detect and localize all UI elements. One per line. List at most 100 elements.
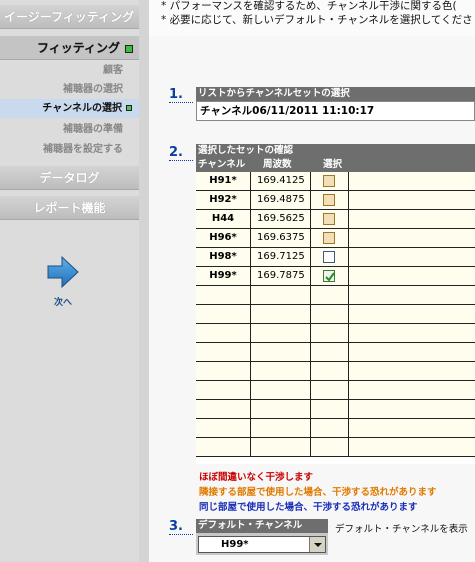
channel-set-value: チャンネル06/11/2011 11:10:17: [200, 105, 375, 117]
channel-cell: H44: [196, 210, 251, 228]
step-number: 1.: [169, 87, 193, 103]
app-window: イージーフィッティング フィッティング 顧客 補聴器の選択 チャンネルの選択 補…: [0, 0, 475, 562]
frequency-cell: [251, 286, 311, 304]
sidebar-item-label: 補聴器の準備: [63, 124, 123, 135]
step-number: 3.: [169, 519, 193, 535]
table-row[interactable]: H92* 169.4875: [196, 191, 475, 210]
table-row: [196, 381, 475, 400]
column-header[interactable]: 選択: [311, 158, 475, 172]
select-cell: [311, 362, 349, 380]
frequency-cell: [251, 305, 311, 323]
frequency-cell: 169.6375: [251, 229, 311, 247]
frequency-cell: [251, 419, 311, 437]
select-cell: [311, 286, 349, 304]
channel-cell: [196, 286, 251, 304]
nav-report[interactable]: レポート機能: [0, 196, 139, 220]
section-header: デフォルト・チャンネル: [196, 519, 328, 533]
check-icon: [325, 272, 335, 282]
table-row: [196, 286, 475, 305]
select-checkbox[interactable]: [323, 175, 335, 187]
default-channel-select[interactable]: H99*: [198, 536, 326, 553]
table-row: [196, 362, 475, 381]
nav-report-label: レポート機能: [33, 201, 106, 215]
section-header: リストからチャンネルセットの選択: [196, 87, 475, 101]
sidebar-item-label: 補聴器の選択: [63, 84, 123, 95]
channel-cell: [196, 324, 251, 342]
nav-datalog[interactable]: データログ: [0, 166, 139, 190]
table-row[interactable]: H91* 169.4125: [196, 172, 475, 191]
select-checkbox[interactable]: [323, 194, 335, 206]
section-header: 選択したセットの確認: [196, 144, 475, 158]
arrow-right-icon: [47, 255, 79, 289]
frequency-cell: [251, 362, 311, 380]
frequency-cell: 169.4125: [251, 172, 311, 190]
default-channel-body: H99*: [196, 533, 328, 555]
select-checkbox[interactable]: [323, 270, 335, 282]
note-line: * パフォーマンスを確認するため、チャンネル干渉に関する色(: [161, 0, 457, 12]
frequency-cell: 169.5625: [251, 210, 311, 228]
legend-text: ほぼ間違いなく干渉します: [199, 472, 314, 483]
select-cell: [311, 305, 349, 323]
sidebar-item-label: 補聴器を設定する: [43, 144, 123, 155]
nav-fitting[interactable]: フィッティング: [0, 36, 139, 60]
channel-table: チャンネル 周波数 選択 H91* 169.4125 H92* 169.4875 H44…: [196, 158, 475, 464]
sidebar-item-label: 顧客: [103, 65, 123, 76]
sidebar: イージーフィッティング フィッティング 顧客 補聴器の選択 チャンネルの選択 補…: [0, 0, 139, 562]
channel-cell: H99*: [196, 267, 251, 285]
table-row[interactable]: H98* 169.7125: [196, 248, 475, 267]
channel-cell: H98*: [196, 248, 251, 266]
channel-cell: [196, 400, 251, 418]
channel-cell: H91*: [196, 172, 251, 190]
sidebar-item-hearing-aid-select[interactable]: 補聴器の選択: [0, 80, 139, 99]
sidebar-item-hearing-aid-prep[interactable]: 補聴器の準備: [0, 120, 139, 139]
select-cell: [311, 419, 349, 437]
default-channel-label: デフォルト・チャンネルを表示: [335, 524, 468, 535]
next-button[interactable]: 次へ: [45, 255, 81, 308]
table-row[interactable]: H99* 169.7875: [196, 267, 475, 286]
sidebar-item-configure[interactable]: 補聴器を設定する: [0, 140, 139, 159]
frequency-cell: 169.7875: [251, 267, 311, 285]
main-panel: * パフォーマンスを確認するため、チャンネル干渉に関する色( * 必要に応じて、…: [149, 0, 475, 562]
table-row: [196, 305, 475, 324]
select-cell: [311, 172, 349, 190]
select-checkbox[interactable]: [323, 251, 335, 263]
current-step-icon: [126, 105, 132, 111]
select-checkbox[interactable]: [323, 232, 335, 244]
sidebar-item-customer[interactable]: 顧客: [0, 61, 139, 80]
table-row: [196, 343, 475, 362]
nav-easy-fitting-label: イージーフィッティング: [4, 10, 135, 24]
select-checkbox[interactable]: [323, 213, 335, 225]
frequency-cell: [251, 381, 311, 399]
table-row[interactable]: H96* 169.6375: [196, 229, 475, 248]
table-row: [196, 438, 475, 457]
channel-cell: H96*: [196, 229, 251, 247]
channel-set-select[interactable]: チャンネル06/11/2011 11:10:17: [196, 101, 475, 121]
channel-cell: [196, 381, 251, 399]
select-cell: [311, 324, 349, 342]
table-row: [196, 419, 475, 438]
column-header[interactable]: 周波数: [251, 158, 311, 172]
select-cell: [311, 400, 349, 418]
select-cell: [311, 381, 349, 399]
select-cell: [311, 210, 349, 228]
legend-text: 同じ部屋で使用した場合、干渉する恐れがあります: [199, 502, 418, 513]
dropdown-arrow-icon[interactable]: [309, 537, 325, 552]
frequency-cell: [251, 438, 311, 456]
select-cell: [311, 229, 349, 247]
instructions: * パフォーマンスを確認するため、チャンネル干渉に関する色( * 必要に応じて、…: [149, 0, 475, 36]
next-label: 次へ: [53, 298, 72, 308]
step-number: 2.: [169, 145, 193, 161]
frequency-cell: 169.4875: [251, 191, 311, 209]
table-row: [196, 324, 475, 343]
frequency-cell: 169.7125: [251, 248, 311, 266]
channel-cell: [196, 362, 251, 380]
table-row: [196, 400, 475, 419]
select-cell: [311, 438, 349, 456]
sidebar-item-channel-select[interactable]: チャンネルの選択: [0, 99, 139, 118]
select-cell: [311, 248, 349, 266]
column-header[interactable]: チャンネル: [196, 158, 251, 172]
table-row[interactable]: H44 169.5625: [196, 210, 475, 229]
note-line: * 必要に応じて、新しいデフォルト・チャンネルを選択してくださ: [161, 14, 473, 26]
channel-cell: [196, 305, 251, 323]
nav-easy-fitting[interactable]: イージーフィッティング: [0, 5, 139, 29]
